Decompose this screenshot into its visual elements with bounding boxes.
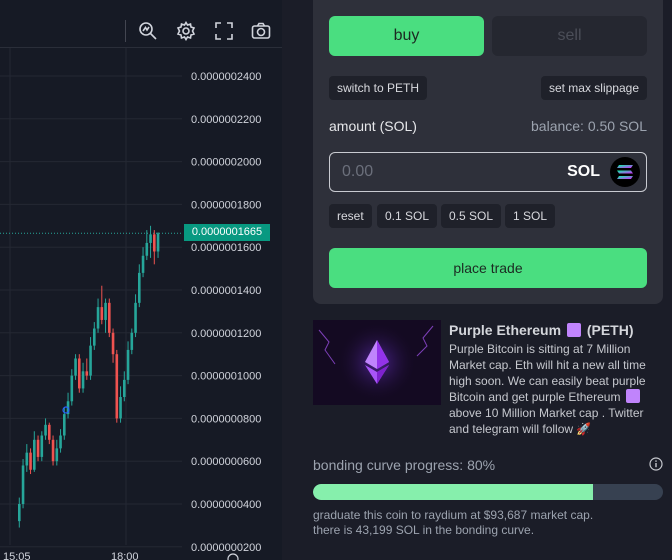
set-max-slippage-button[interactable]: set max slippage bbox=[540, 76, 647, 100]
graduation-info: graduate this coin to raydium at $93,687… bbox=[313, 508, 663, 538]
magnifier-chart-icon[interactable] bbox=[137, 20, 159, 42]
token-image bbox=[313, 320, 441, 405]
currency-unit-label: SOL bbox=[567, 163, 600, 180]
candle-body bbox=[138, 272, 141, 303]
candle-body bbox=[134, 302, 137, 333]
candle-body bbox=[141, 255, 145, 273]
candle-body bbox=[74, 358, 77, 376]
rocket-emoji-icon: 🚀 bbox=[576, 422, 592, 436]
bonding-curve-progress-fill bbox=[313, 484, 593, 500]
candle-body bbox=[78, 358, 81, 389]
candle-body bbox=[21, 465, 25, 504]
token-description-start: Purple Bitcoin is sitting at 7 Million M… bbox=[449, 342, 646, 404]
candle-body bbox=[93, 328, 96, 346]
price-axis-label: 0.0000001600 bbox=[191, 242, 261, 254]
candle-body bbox=[48, 424, 51, 440]
amount-label: amount (SOL) bbox=[329, 118, 417, 134]
candle-body bbox=[85, 371, 89, 376]
time-axis-label: 18:00 bbox=[111, 551, 139, 560]
place-trade-button[interactable]: place trade bbox=[329, 248, 647, 288]
bonding-curve-progress-bar bbox=[313, 484, 663, 500]
token-ticker: (PETH) bbox=[586, 322, 634, 338]
price-chart[interactable]: 0.0000002400 0.0000002200 0.0000002000 0.00… bbox=[0, 0, 282, 560]
token-description: Purple Bitcoin is sitting at 7 Million M… bbox=[449, 341, 663, 437]
token-name: Purple Ethereum bbox=[449, 322, 562, 338]
buy-button[interactable]: buy bbox=[329, 16, 484, 56]
candle-body bbox=[108, 302, 111, 333]
candle-body bbox=[119, 397, 122, 419]
candle-body bbox=[130, 332, 134, 350]
candle-body bbox=[29, 452, 32, 470]
solana-logo-icon bbox=[610, 157, 640, 187]
candle-body bbox=[33, 439, 36, 470]
bonding-curve-label: bonding curve progress: 80% bbox=[313, 457, 496, 473]
price-axis-label: 0.0000002400 bbox=[191, 71, 261, 83]
candle-body bbox=[70, 375, 74, 402]
toolbar-divider bbox=[125, 20, 126, 42]
amount-input[interactable] bbox=[342, 161, 532, 183]
candle-body bbox=[115, 354, 119, 419]
token-title: Purple Ethereum (PETH) bbox=[449, 322, 633, 338]
candle-body bbox=[40, 435, 44, 457]
candle-body bbox=[18, 504, 21, 522]
candle-body bbox=[55, 448, 59, 462]
quick-amount-1-sol-button[interactable]: 1 SOL bbox=[505, 204, 556, 228]
quick-amount-0-5-sol-button[interactable]: 0.5 SOL bbox=[441, 204, 502, 228]
candle-body bbox=[25, 452, 29, 466]
candle-body bbox=[89, 345, 92, 376]
trade-panel: buy sell switch to PETH set max slippage… bbox=[313, 0, 663, 304]
balance-label: balance: 0.50 SOL bbox=[531, 118, 647, 134]
price-axis-label: 0.0000000800 bbox=[191, 413, 261, 425]
purple-square-emoji-icon bbox=[625, 389, 640, 403]
last-price-label: 0.0000001665 bbox=[184, 224, 270, 241]
chart-canvas[interactable]: 0.0000002400 0.0000002200 0.0000002000 0.00… bbox=[0, 0, 282, 560]
app-root: 0.0000002400 0.0000002200 0.0000002000 0.00… bbox=[0, 0, 672, 560]
price-axis-label: 0.0000002200 bbox=[191, 114, 261, 126]
price-axis-label: 0.0000000600 bbox=[191, 456, 261, 468]
candle-body bbox=[81, 371, 85, 389]
quick-amount-0-1-sol-button[interactable]: 0.1 SOL bbox=[377, 204, 438, 228]
camera-icon[interactable] bbox=[250, 20, 272, 42]
candle-body bbox=[156, 233, 160, 252]
price-axis-label: 0.0000000200 bbox=[191, 542, 261, 554]
gear-icon[interactable] bbox=[175, 20, 197, 42]
chart-toolbar bbox=[0, 14, 282, 48]
candle-body bbox=[145, 242, 149, 256]
graduate-text: graduate this coin to raydium at $93,687… bbox=[313, 508, 594, 522]
price-axis-label: 0.0000001200 bbox=[191, 328, 261, 340]
bonding-sol-text: there is 43,199 SOL in the bonding curve… bbox=[313, 523, 535, 537]
candle-body bbox=[36, 439, 40, 457]
candle-body bbox=[149, 234, 152, 243]
amount-field[interactable]: SOL bbox=[329, 152, 647, 192]
price-axis-label: 0.0000001000 bbox=[191, 371, 261, 383]
candle-body bbox=[111, 332, 115, 355]
candle-body bbox=[59, 435, 62, 449]
candle-body bbox=[44, 424, 47, 436]
axis-settings-icon bbox=[227, 553, 239, 560]
info-icon[interactable] bbox=[649, 457, 663, 471]
time-axis-label: 15:05 bbox=[3, 551, 31, 560]
reset-amount-button[interactable]: reset bbox=[329, 204, 372, 228]
candle-body bbox=[63, 414, 66, 436]
price-axis-label: 0.0000001400 bbox=[191, 285, 261, 297]
price-axis-label: 0.0000002000 bbox=[191, 157, 261, 169]
candle-body bbox=[96, 307, 100, 329]
token-description-end: above 10 Million Market cap . Twitter an… bbox=[449, 406, 644, 436]
purple-square-emoji-icon bbox=[566, 323, 581, 337]
candle-body bbox=[126, 349, 130, 380]
switch-to-peth-button[interactable]: switch to PETH bbox=[329, 76, 428, 100]
price-axis-label: 0.0000000400 bbox=[191, 499, 261, 511]
candle-body bbox=[100, 307, 104, 320]
price-axis-label: 0.0000001800 bbox=[191, 199, 261, 211]
sell-button[interactable]: sell bbox=[492, 16, 647, 56]
fullscreen-icon[interactable] bbox=[213, 20, 235, 42]
candle-body bbox=[51, 439, 55, 462]
candle-body bbox=[123, 379, 126, 397]
candle-body bbox=[104, 302, 107, 320]
candle-body bbox=[153, 234, 156, 252]
